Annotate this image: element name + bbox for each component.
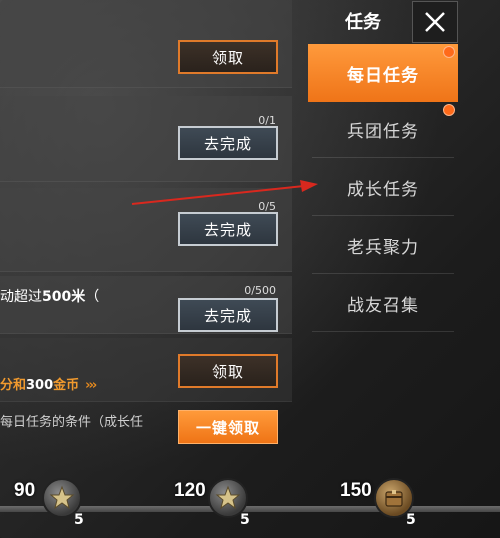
milestone-count: 5 (406, 512, 416, 528)
milestone-value: 120 (174, 480, 206, 501)
milestone-count: 5 (74, 512, 84, 528)
milestone-value: 90 (14, 480, 36, 501)
milestone-value: 150 (340, 480, 372, 501)
milestone-count: 5 (240, 512, 250, 528)
annotation-arrow-icon (131, 180, 318, 205)
